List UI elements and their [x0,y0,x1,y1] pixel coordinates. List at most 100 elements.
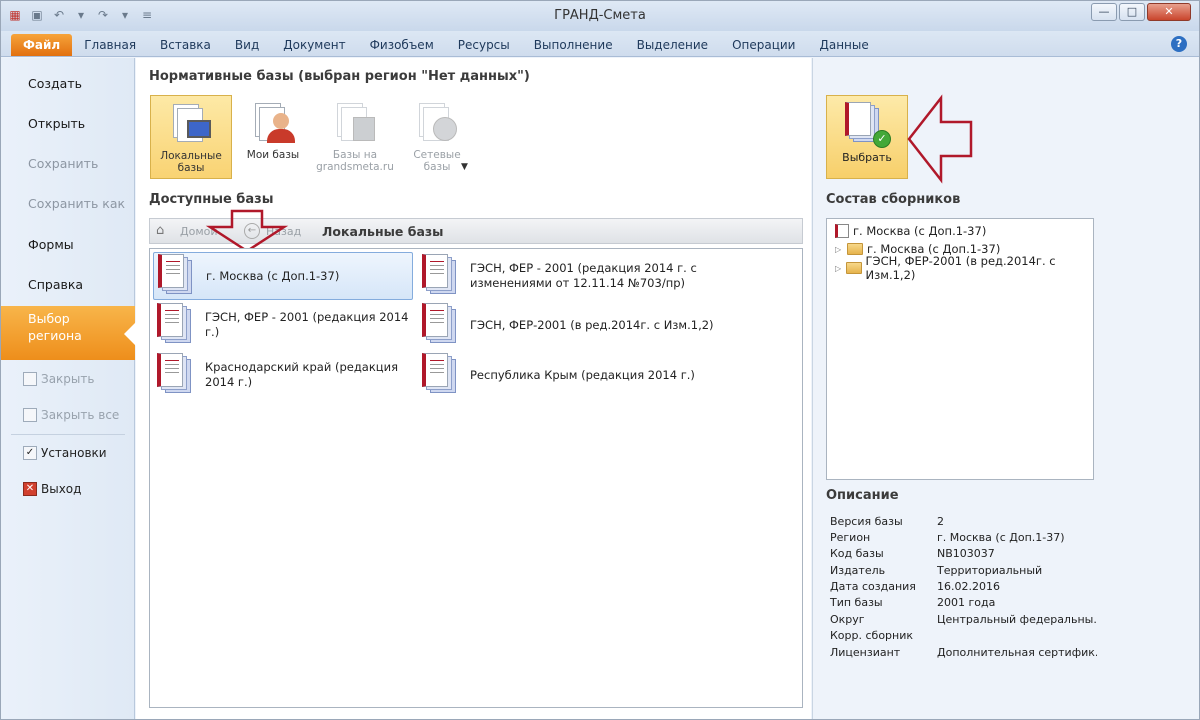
user-bases-icon [251,101,295,145]
tab-view[interactable]: Вид [223,34,271,56]
tree-item-label: ГЭСН, ФЕР-2001 (в ред.2014г. с Изм.1,2) [865,254,1056,282]
tree-item-label: г. Москва (с Доп.1-37) [853,224,987,238]
maximize-button[interactable]: □ [1119,3,1145,21]
minimize-button[interactable]: — [1091,3,1117,21]
tab-document[interactable]: Документ [271,34,357,56]
local-bases-label-2: базы [177,162,205,174]
online-bases-label-2: grandsmeta.ru [316,161,394,173]
normative-bases-title: Нормативные базы (выбран регион "Нет дан… [149,69,530,84]
local-bases-button[interactable]: Локальные базы [150,95,232,179]
network-bases-label-1: Сетевые [413,149,461,161]
description-value: 2 [937,515,944,528]
base-name-line2: изменениями от 12.11.14 №703/пр) [470,276,685,290]
database-icon [422,303,462,347]
select-database-icon: ✓ [845,102,891,148]
online-bases-button[interactable]: Базы на grandsmeta.ru [314,95,396,179]
description-value: 2001 года [937,596,996,609]
nav-close-all-label: Закрыть все [41,408,120,422]
description-row: Тип базы 2001 года [830,596,1097,612]
select-button[interactable]: ✓ Выбрать [826,95,908,179]
nav-save-as[interactable]: Сохранить как [1,184,135,224]
base-item[interactable]: ГЭСН, ФЕР - 2001 (редакция 2014 г.) [153,301,413,349]
base-item[interactable]: г. Москва (с Доп.1-37) [153,252,413,300]
folder-icon [846,262,862,274]
database-icon [157,353,197,397]
nav-forms[interactable]: Формы [1,225,135,265]
database-icon [158,254,198,298]
ribbon: Файл Главная Вставка Вид Документ Физобъ… [1,31,1199,57]
available-bases-title: Доступные базы [149,192,274,207]
description-row: Регион г. Москва (с Доп.1-37) [830,531,1097,547]
base-item[interactable]: Республика Крым (редакция 2014 г.) [418,351,718,399]
home-icon[interactable]: ⌂ [156,223,172,239]
description-key: Код базы [830,547,884,560]
expand-arrow-icon[interactable]: ▷ [835,245,843,254]
my-bases-button[interactable]: Мои базы [232,95,314,179]
description-key: Корр. сборник [830,629,914,642]
nav-select-region[interactable]: Выбор региона [1,306,136,360]
description-row: Лицензиант Дополнительная сертифик... [830,646,1097,662]
description-title: Описание [826,488,899,503]
tab-physical-volume[interactable]: Физобъем [358,34,446,56]
base-name: ГЭСН, ФЕР-2001 (в ред.2014г. с Изм.1,2) [470,317,714,332]
nav-save[interactable]: Сохранить [1,144,135,184]
tab-insert[interactable]: Вставка [148,34,223,56]
collections-tree: г. Москва (с Доп.1-37) ▷ г. Москва (с До… [826,218,1094,480]
breadcrumb-current: Локальные базы [322,224,444,239]
app-window: ▦ ▣ ↶ ▾ ↷ ▾ ≡ ГРАНД-Смета — □ ✕ Файл Гла… [0,0,1200,720]
base-item[interactable]: ГЭСН, ФЕР-2001 (в ред.2014г. с Изм.1,2) [418,301,718,349]
description-key: Лицензиант [830,646,901,659]
database-icon [835,224,849,238]
nav-select-region-line2: региона [28,328,82,343]
tab-file[interactable]: Файл [11,34,73,56]
base-name-line1: ГЭСН, ФЕР - 2001 (редакция 2014 г. с [470,261,697,275]
base-name: ГЭСН, ФЕР - 2001 (редакция 2014 г.) [205,310,409,339]
nav-help[interactable]: Справка [1,265,135,305]
nav-settings-label: Установки [41,446,107,460]
nav-create[interactable]: Создать [1,64,135,104]
document-icon [23,372,37,386]
tab-home[interactable]: Главная [72,34,148,56]
tree-root[interactable]: г. Москва (с Доп.1-37) [835,222,986,240]
description-key: Округ [830,613,865,626]
tree-item[interactable]: ▷ ГЭСН, ФЕР-2001 (в ред.2014г. с Изм.1,2… [835,254,1093,282]
nav-close-all[interactable]: Закрыть все [23,404,119,426]
tab-data[interactable]: Данные [807,34,880,56]
description-row: Округ Центральный федеральны... [830,613,1097,629]
description-value: NB103037 [937,547,995,560]
more-dropdown-icon[interactable]: ▼ [461,162,468,172]
file-menu-nav: Создать Открыть Сохранить Сохранить как … [1,58,136,719]
documents-icon [23,408,37,422]
help-icon[interactable]: ? [1171,36,1187,52]
base-name: ГЭСН, ФЕР - 2001 (редакция 2014 г. с изм… [470,261,697,291]
description-value: Территориальный [937,564,1043,577]
online-bases-label-1: Базы на [332,149,378,161]
server-bases-icon [333,101,377,145]
annotation-arrow-left [907,94,973,184]
nav-exit[interactable]: ✕ Выход [23,478,81,500]
nav-settings[interactable]: ✓ Установки [23,442,107,464]
nav-close[interactable]: Закрыть [23,368,94,390]
local-bases-icon [169,102,213,146]
expand-arrow-icon[interactable]: ▷ [835,264,842,273]
description-row: Дата создания 16.02.2016 [830,580,1097,596]
description-row: Версия базы 2 [830,515,1097,531]
nav-open[interactable]: Открыть [1,104,135,144]
description-key: Версия базы [830,515,903,528]
window-title: ГРАНД-Смета [554,8,646,23]
tab-resources[interactable]: Ресурсы [446,34,522,56]
tab-execution[interactable]: Выполнение [522,34,625,56]
tab-operations[interactable]: Операции [720,34,807,56]
description-key: Дата создания [830,580,916,593]
composition-title: Состав сборников [826,192,961,207]
title-bar: ▦ ▣ ↶ ▾ ↷ ▾ ≡ ГРАНД-Смета — □ ✕ [1,1,1199,31]
description-key: Регион [830,531,871,544]
base-item[interactable]: ГЭСН, ФЕР - 2001 (редакция 2014 г. с изм… [418,252,718,300]
base-item[interactable]: Краснодарский край (редакция 2014 г.) [153,351,413,399]
exit-icon: ✕ [23,482,37,496]
close-button[interactable]: ✕ [1147,3,1191,21]
tab-selection[interactable]: Выделение [625,34,720,56]
my-bases-label: Мои базы [246,149,300,161]
network-bases-icon [415,101,459,145]
nav-exit-label: Выход [41,482,82,496]
